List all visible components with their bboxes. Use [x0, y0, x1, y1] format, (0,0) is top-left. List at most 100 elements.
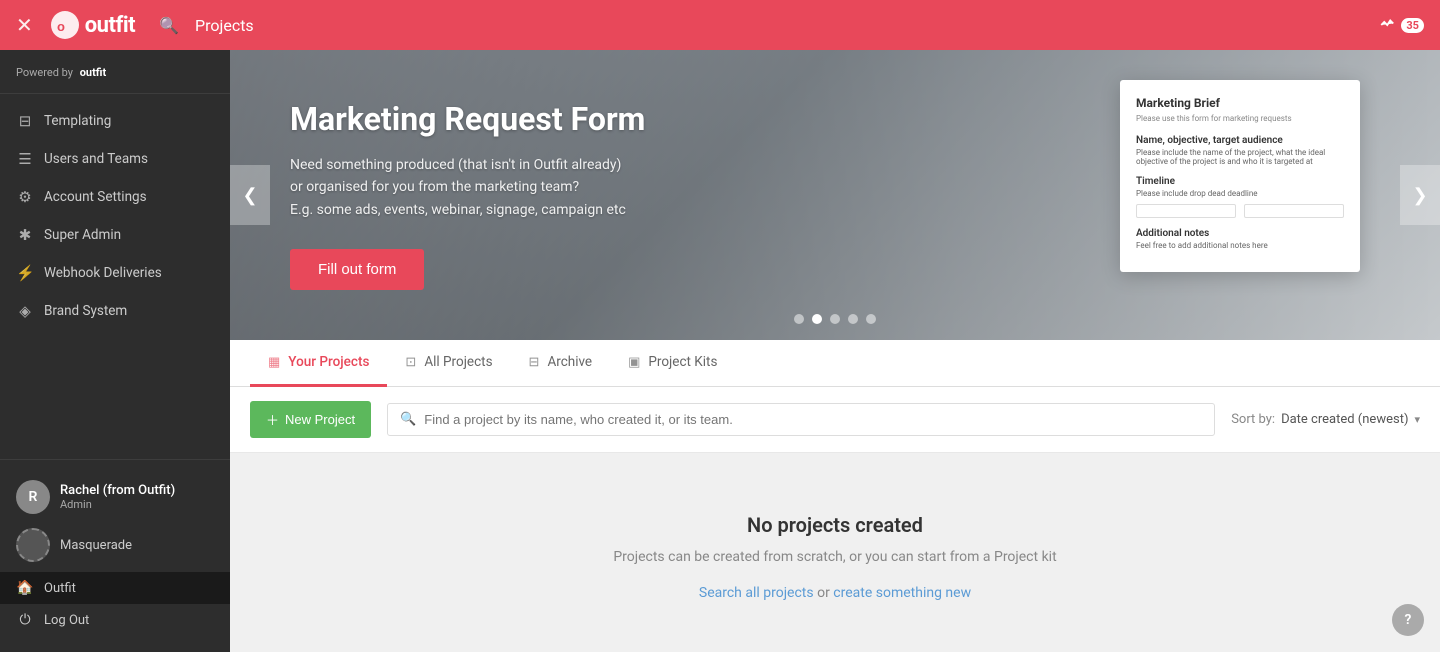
notification-badge[interactable]: 35: [1379, 16, 1424, 34]
logout-icon: ⏻: [16, 612, 34, 628]
masquerade-item[interactable]: Masquerade: [0, 522, 230, 568]
empty-state-links: Search all projects or create something …: [699, 585, 971, 601]
tab-archive[interactable]: ⊟ Archive: [511, 340, 611, 387]
webhook-icon: ⚡: [16, 264, 34, 282]
sidebar-user[interactable]: R Rachel (from Outfit) Admin: [0, 472, 230, 522]
badge-count: 35: [1401, 18, 1424, 33]
tab-all-projects[interactable]: ⊡ All Projects: [387, 340, 510, 387]
tab-your-projects[interactable]: ▦ Your Projects: [250, 340, 387, 387]
logout-label: Log Out: [44, 613, 89, 628]
preview-section3-desc: Feel free to add additional notes here: [1136, 241, 1344, 250]
sidebar-item-templating[interactable]: ⊟ Templating: [0, 102, 230, 140]
hero-dot-1[interactable]: [794, 314, 804, 324]
close-icon[interactable]: ✕: [16, 13, 33, 37]
preview-subtitle: Please use this form for marketing reque…: [1136, 114, 1344, 123]
sidebar-item-label: Users and Teams: [44, 151, 148, 167]
hero-banner: ❮ Marketing Request Form Need something …: [230, 50, 1440, 340]
help-icon: ?: [1405, 612, 1412, 628]
sidebar-item-users-teams[interactable]: ☰ Users and Teams: [0, 140, 230, 178]
page-title: Projects: [195, 16, 254, 35]
plus-icon: ＋: [266, 410, 279, 429]
search-icon[interactable]: 🔍: [159, 16, 179, 35]
hero-next-button[interactable]: ❯: [1400, 165, 1440, 225]
account-settings-icon: ⚙: [16, 188, 34, 206]
sidebar-footer: 🏠 Outfit ⏻ Log Out: [0, 568, 230, 640]
archive-icon: ⊟: [529, 355, 540, 370]
sort-control[interactable]: Sort by: Date created (newest) ▾: [1231, 412, 1420, 427]
preview-section2-desc: Please include drop dead deadline: [1136, 189, 1344, 198]
hero-dot-5[interactable]: [866, 314, 876, 324]
search-box-icon: 🔍: [400, 412, 416, 427]
tab-project-kits[interactable]: ▣ Project Kits: [610, 340, 735, 387]
user-info: Rachel (from Outfit) Admin: [60, 483, 175, 511]
topbar-right: 35: [1379, 16, 1424, 34]
sidebar-item-super-admin[interactable]: ✱ Super Admin: [0, 216, 230, 254]
sidebar-item-label: Brand System: [44, 303, 127, 319]
hero-cta-button[interactable]: Fill out form: [290, 249, 424, 290]
hero-dot-3[interactable]: [830, 314, 840, 324]
project-kits-icon: ▣: [628, 355, 640, 370]
search-all-projects-link[interactable]: Search all projects: [699, 585, 814, 601]
super-admin-icon: ✱: [16, 226, 34, 244]
sidebar-item-logout[interactable]: ⏻ Log Out: [0, 604, 230, 636]
sidebar-nav: ⊟ Templating ☰ Users and Teams ⚙ Account…: [0, 94, 230, 459]
hero-dot-2[interactable]: [812, 314, 822, 324]
content: ❮ Marketing Request Form Need something …: [230, 50, 1440, 652]
search-box: 🔍: [387, 403, 1215, 436]
projects-toolbar: ＋ New Project 🔍 Sort by: Date created (n…: [230, 387, 1440, 453]
username: Rachel (from Outfit): [60, 483, 175, 498]
help-button[interactable]: ?: [1392, 604, 1424, 636]
tabs-bar: ▦ Your Projects ⊡ All Projects ⊟ Archive…: [230, 340, 1440, 387]
masquerade-label: Masquerade: [60, 538, 132, 553]
sidebar-item-outfit[interactable]: 🏠 Outfit: [0, 572, 230, 604]
powered-by: Powered by outfit: [0, 50, 230, 94]
all-projects-icon: ⊡: [405, 355, 416, 370]
sidebar-item-webhook[interactable]: ⚡ Webhook Deliveries: [0, 254, 230, 292]
sort-label: Sort by:: [1231, 412, 1275, 427]
tab-label: All Projects: [424, 354, 492, 370]
hero-description: Need something produced (that isn't in O…: [290, 154, 645, 221]
trending-icon: [1379, 16, 1397, 34]
or-text: or: [817, 585, 833, 601]
sidebar-item-label: Webhook Deliveries: [44, 265, 162, 281]
outfit-icon: 🏠: [16, 580, 34, 596]
preview-field-start: [1136, 204, 1236, 218]
hero-dots: [794, 314, 876, 324]
svg-text:o: o: [57, 19, 65, 34]
brand-system-icon: ◈: [16, 302, 34, 320]
hero-prev-button[interactable]: ❮: [230, 165, 270, 225]
sidebar-bottom: R Rachel (from Outfit) Admin Masquerade …: [0, 459, 230, 652]
sidebar-item-label: Super Admin: [44, 227, 121, 243]
chevron-down-icon: ▾: [1414, 413, 1420, 426]
tab-label: Archive: [547, 354, 592, 370]
empty-state: No projects created Projects can be crea…: [230, 453, 1440, 652]
user-role: Admin: [60, 498, 175, 511]
preview-title: Marketing Brief: [1136, 96, 1344, 110]
logo-text: outfit: [85, 13, 135, 38]
user-avatar: R: [16, 480, 50, 514]
sidebar-item-brand-system[interactable]: ◈ Brand System: [0, 292, 230, 330]
hero-dot-4[interactable]: [848, 314, 858, 324]
tab-label: Project Kits: [648, 354, 717, 370]
sort-value: Date created (newest): [1281, 412, 1408, 427]
preview-section1-desc: Please include the name of the project, …: [1136, 148, 1344, 166]
outfit-label: Outfit: [44, 581, 76, 596]
sidebar-item-account-settings[interactable]: ⚙ Account Settings: [0, 178, 230, 216]
create-something-new-link[interactable]: create something new: [833, 585, 971, 601]
topbar: ✕ o outfit 🔍 Projects 35: [0, 0, 1440, 50]
main-layout: Powered by outfit ⊟ Templating ☰ Users a…: [0, 50, 1440, 652]
your-projects-icon: ▦: [268, 355, 280, 370]
templating-icon: ⊟: [16, 112, 34, 130]
empty-state-description: Projects can be created from scratch, or…: [613, 549, 1056, 565]
users-teams-icon: ☰: [16, 150, 34, 168]
preview-section2: Timeline: [1136, 176, 1344, 187]
preview-section3: Additional notes: [1136, 228, 1344, 239]
logo-icon: o: [49, 9, 81, 41]
chevron-right-icon: ❯: [1412, 185, 1427, 206]
search-input[interactable]: [424, 412, 1202, 427]
new-project-label: New Project: [285, 412, 355, 427]
masquerade-avatar: [16, 528, 50, 562]
sidebar-item-label: Templating: [44, 113, 111, 129]
new-project-button[interactable]: ＋ New Project: [250, 401, 371, 438]
preview-field-end: [1244, 204, 1344, 218]
